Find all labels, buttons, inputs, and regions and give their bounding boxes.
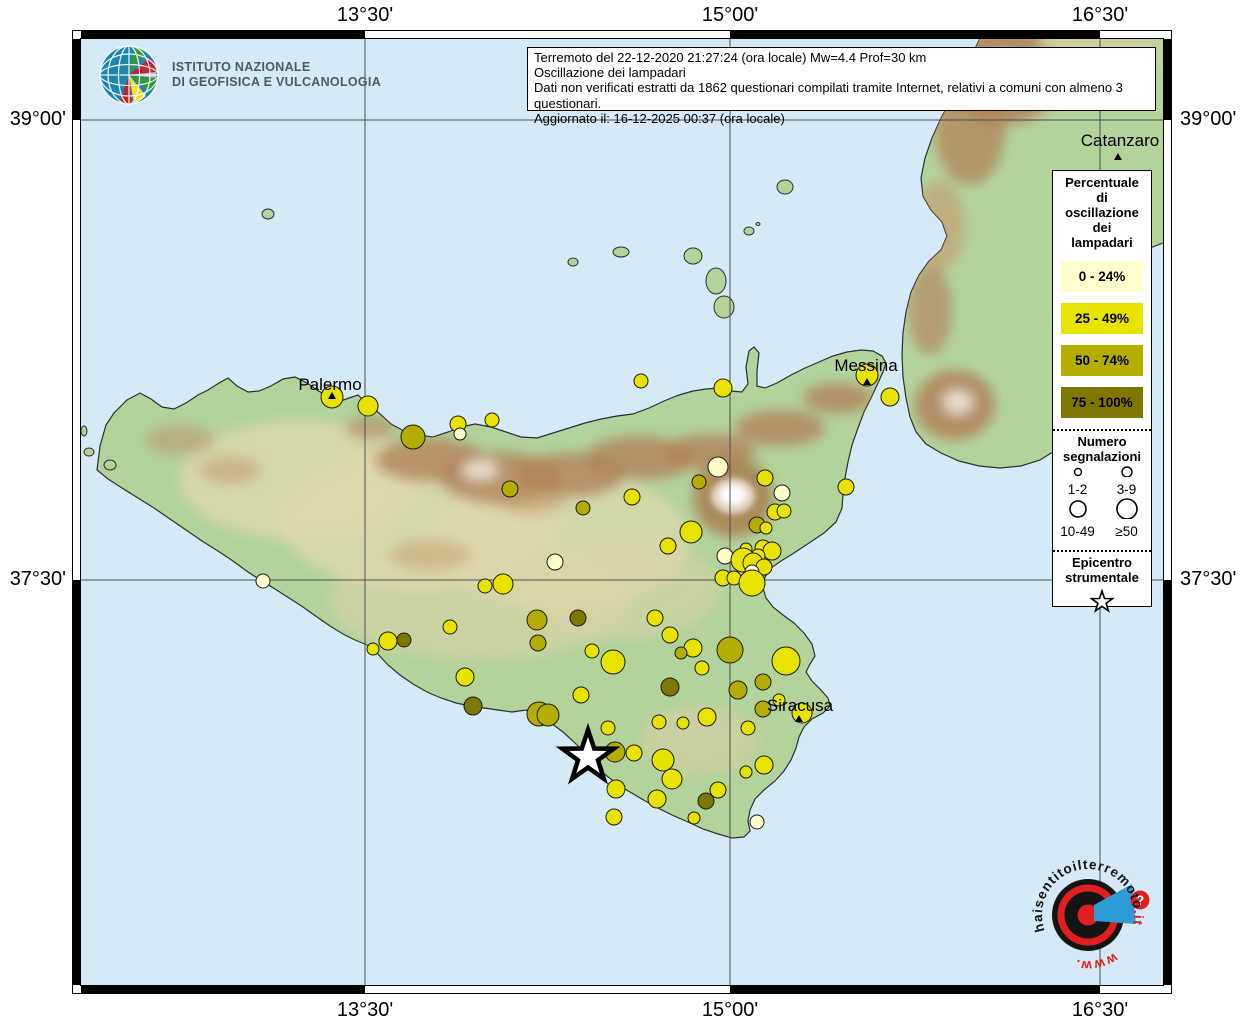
legend-separator	[1053, 429, 1151, 431]
ingv-name-line2: DI GEOFISICA E VULCANOLOGIA	[172, 75, 382, 89]
signal-size-1-2: 1-2	[1053, 464, 1102, 497]
event-summary: Terremoto del 22-12-2020 21:27:24 (ora l…	[534, 50, 927, 65]
map-frame-inner	[80, 38, 1164, 986]
legend-class-1: 25 - 49%	[1061, 303, 1143, 334]
epicenter-star-icon	[1089, 588, 1115, 613]
event-effect: Oscillazione dei lampadari	[534, 65, 686, 81]
ingv-name: ISTITUTO NAZIONALE DI GEOFISICA E VULCAN…	[172, 60, 381, 90]
macroseismic-map-page: Palermo Messina Catanzaro Siracusa ? haisen…	[0, 0, 1254, 1024]
legend-panel: Percentuale di oscillazione dei lampadar…	[1052, 170, 1152, 613]
circle-size-4-icon	[1115, 498, 1138, 520]
legend-class-0: 0 - 24%	[1061, 261, 1143, 292]
signal-size-50plus: ≥50	[1102, 497, 1151, 539]
legend-title: Percentuale di oscillazione dei lampadar…	[1065, 175, 1139, 250]
signal-size-3-9: 3-9	[1102, 464, 1151, 497]
ingv-name-line1: ISTITUTO NAZIONALE	[172, 60, 311, 74]
epicenter-title: Epicentro strumentale	[1065, 555, 1139, 585]
circle-size-3-icon	[1068, 500, 1087, 518]
circle-size-1-icon	[1073, 467, 1082, 477]
ingv-globe-icon	[99, 45, 159, 105]
signals-title: Numero segnalazioni	[1062, 434, 1142, 464]
signals-grid: 1-2 3-9 10-49 ≥50	[1053, 464, 1151, 539]
circle-size-2-icon	[1120, 466, 1133, 478]
legend-class-2: 50 - 74%	[1061, 345, 1143, 376]
signal-size-10-49: 10-49	[1053, 497, 1102, 539]
legend-class-3: 75 - 100%	[1061, 387, 1143, 418]
event-title-box: Terremoto del 22-12-2020 21:27:24 (ora l…	[527, 47, 1156, 126]
event-disclaimer: Dati non verificati estratti da 1862 que…	[534, 80, 1123, 111]
ingv-brand: ISTITUTO NAZIONALE DI GEOFISICA E VULCAN…	[98, 44, 381, 106]
legend-separator	[1053, 550, 1151, 552]
event-updated: Aggiornato il: 16-12-2025 00:37 (ora loc…	[534, 110, 785, 126]
